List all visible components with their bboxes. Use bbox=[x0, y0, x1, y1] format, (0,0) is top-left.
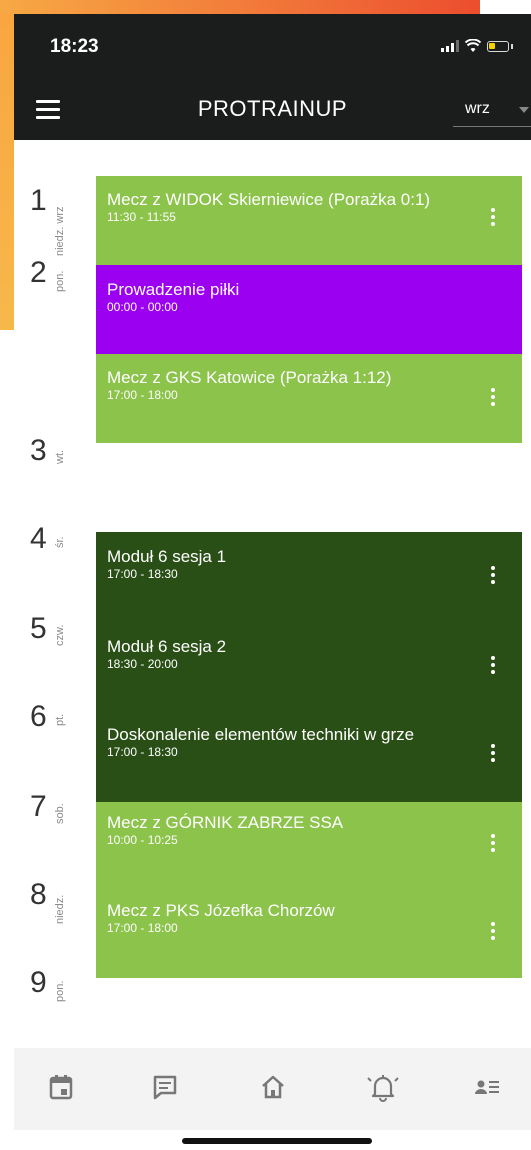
event-card[interactable]: Mecz z GKS Katowice (Porażka 1:12) 17:00… bbox=[96, 354, 522, 443]
day-name: pon. bbox=[54, 270, 66, 292]
nav-home[interactable] bbox=[258, 1072, 298, 1104]
day-label: 9 pon. bbox=[30, 966, 90, 1036]
more-vert-icon[interactable] bbox=[491, 566, 496, 588]
event-title: Moduł 6 sesja 2 bbox=[107, 637, 227, 656]
wifi-icon bbox=[465, 39, 481, 52]
day-number: 5 bbox=[30, 612, 47, 645]
day-number: 1 bbox=[30, 184, 47, 217]
event-time: 17:00 - 18:30 bbox=[107, 567, 178, 581]
day-number: 7 bbox=[30, 790, 47, 823]
more-vert-icon[interactable] bbox=[491, 834, 496, 856]
day-name: niedz. bbox=[54, 894, 66, 924]
day-name: wt. bbox=[54, 449, 66, 464]
bottom-navigation bbox=[14, 1048, 531, 1130]
event-time: 17:00 - 18:00 bbox=[107, 388, 178, 402]
event-time: 17:00 - 18:00 bbox=[107, 921, 178, 935]
event-card[interactable]: Mecz z GÓRNIK ZABRZE SSA 10:00 - 10:25 bbox=[96, 802, 522, 890]
event-time: 00:00 - 00:00 bbox=[107, 300, 178, 314]
chevron-down-icon bbox=[519, 107, 529, 113]
day-label: 5 czw. bbox=[30, 612, 90, 682]
status-time: 18:23 bbox=[50, 36, 99, 57]
day-number: 4 bbox=[30, 522, 47, 555]
day-label: 7 sob. bbox=[30, 790, 90, 860]
month-value: wrz bbox=[465, 100, 490, 117]
day-label: 6 pt. bbox=[30, 700, 90, 770]
event-time: 18:30 - 20:00 bbox=[107, 657, 178, 671]
event-time: 11:30 - 11:55 bbox=[107, 210, 176, 224]
home-indicator bbox=[182, 1138, 372, 1144]
event-card[interactable]: Mecz z WIDOK Skierniewice (Porażka 0:1) … bbox=[96, 176, 522, 265]
day-number: 9 bbox=[30, 966, 47, 999]
event-title: Mecz z WIDOK Skierniewice (Porażka 0:1) bbox=[107, 190, 431, 209]
event-block: Mecz z GÓRNIK ZABRZE SSA 10:00 - 10:25 M… bbox=[96, 802, 522, 978]
nav-profile[interactable] bbox=[472, 1072, 512, 1104]
day-number: 2 bbox=[30, 256, 47, 289]
home-icon bbox=[262, 1075, 284, 1099]
event-time: 17:00 - 18:30 bbox=[107, 745, 178, 759]
event-title: Mecz z PKS Józefka Chorzów bbox=[107, 901, 335, 920]
app-bar: PROTRAINUP wrz bbox=[14, 78, 531, 140]
event-card[interactable]: Mecz z PKS Józefka Chorzów 17:00 - 18:00 bbox=[96, 890, 522, 978]
day-label: 2 pon. bbox=[30, 256, 90, 326]
day-name: czw. bbox=[54, 624, 66, 646]
calendar-icon bbox=[49, 1075, 73, 1100]
event-title: Mecz z GÓRNIK ZABRZE SSA bbox=[107, 813, 344, 832]
nav-calendar[interactable] bbox=[46, 1072, 86, 1104]
day-number: 6 bbox=[30, 700, 47, 733]
event-card[interactable]: Moduł 6 sesja 1 17:00 - 18:30 bbox=[96, 532, 522, 622]
month-dropdown[interactable]: wrz bbox=[453, 92, 531, 127]
day-name: sob. bbox=[54, 803, 66, 824]
day-label: 8 niedz. bbox=[30, 878, 90, 948]
day-label: 4 śr. bbox=[30, 522, 90, 592]
bell-icon bbox=[367, 1075, 399, 1102]
status-icons bbox=[441, 39, 513, 53]
day-label: 3 wt. bbox=[30, 434, 90, 504]
status-bar: 18:23 bbox=[14, 14, 531, 78]
phone-screen: 18:23 PROTRAINUP wrz 1 niedz. wrz 2 pon.… bbox=[14, 14, 531, 1150]
day-name: niedz. wrz bbox=[54, 206, 66, 256]
event-card[interactable]: Prowadzenie piłki 00:00 - 00:00 bbox=[96, 265, 522, 354]
message-icon bbox=[153, 1075, 177, 1100]
day-name: śr. bbox=[54, 536, 66, 548]
nav-notifications[interactable] bbox=[366, 1072, 406, 1104]
nav-messages[interactable] bbox=[150, 1072, 190, 1104]
event-block: Moduł 6 sesja 1 17:00 - 18:30 Moduł 6 se… bbox=[96, 532, 522, 802]
signal-icon bbox=[441, 40, 459, 52]
day-number: 3 bbox=[30, 434, 47, 467]
event-card[interactable]: Doskonalenie elementów techniki w grze 1… bbox=[96, 712, 522, 802]
event-time: 10:00 - 10:25 bbox=[107, 833, 178, 847]
event-title: Prowadzenie piłki bbox=[107, 280, 240, 299]
more-vert-icon[interactable] bbox=[491, 922, 496, 944]
day-name: pt. bbox=[54, 713, 66, 726]
decorative-gradient-frame bbox=[0, 0, 480, 14]
battery-tip bbox=[511, 43, 513, 49]
more-vert-icon[interactable] bbox=[491, 208, 496, 230]
more-vert-icon[interactable] bbox=[491, 656, 496, 678]
battery-icon bbox=[487, 40, 509, 52]
day-label: 1 niedz. wrz bbox=[30, 184, 90, 256]
day-name: pon. bbox=[54, 980, 66, 1002]
event-title: Doskonalenie elementów techniki w grze bbox=[107, 725, 415, 744]
profile-list-icon bbox=[475, 1080, 499, 1094]
event-title: Moduł 6 sesja 1 bbox=[107, 547, 227, 566]
calendar-list[interactable]: 1 niedz. wrz 2 pon. 3 wt. 4 śr. 5 czw. 6… bbox=[14, 140, 531, 1050]
event-card[interactable]: Moduł 6 sesja 2 18:30 - 20:00 bbox=[96, 622, 522, 712]
more-vert-icon[interactable] bbox=[491, 744, 496, 766]
day-number: 8 bbox=[30, 878, 47, 911]
event-title: Mecz z GKS Katowice (Porażka 1:12) bbox=[107, 368, 392, 387]
more-vert-icon[interactable] bbox=[491, 388, 496, 410]
